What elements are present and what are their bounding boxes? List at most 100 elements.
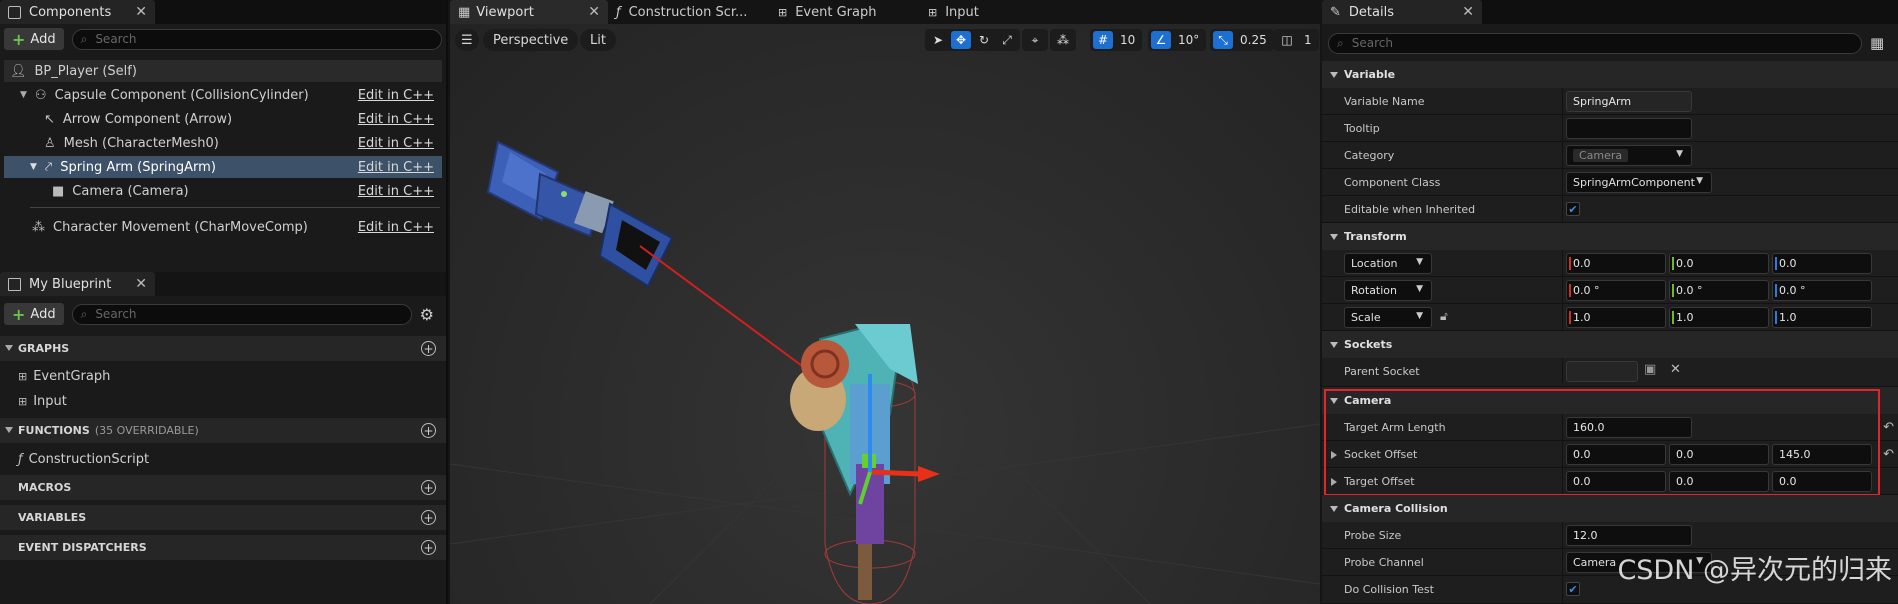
edit-in-cpp-link[interactable]: Edit in C++ [358,184,434,199]
location-dropdown[interactable]: Location ▼ [1344,253,1432,274]
component-item[interactable]: ■ Camera (Camera) Edit in C++ [4,180,442,202]
expand-arrow-icon[interactable] [1331,478,1337,486]
components-tab[interactable]: Components ✕ [0,0,155,24]
variable-section-header[interactable]: Variable [1322,61,1898,88]
settings-gear-icon[interactable]: ⚙ [420,305,434,324]
rotation-x-input[interactable]: 0.0 ° [1566,280,1666,301]
my-blueprint-tab[interactable]: My Blueprint ✕ [0,272,155,296]
socket-offset-x-input[interactable]: 0.0 [1566,444,1666,465]
function-item[interactable]: ƒ ConstructionScript [18,448,149,470]
select-tool-icon[interactable]: ➤ [928,31,948,49]
location-y-input[interactable]: 0.0 [1669,253,1769,274]
variables-section-header[interactable]: VARIABLES + [0,505,446,530]
add-graph-icon[interactable]: + [421,341,436,356]
rotation-z-input[interactable]: 0.0 ° [1772,280,1872,301]
add-function-icon[interactable]: + [421,423,436,438]
camera-speed-value[interactable]: 1 [1300,33,1316,47]
add-member-button[interactable]: + Add [4,303,64,325]
add-macro-icon[interactable]: + [421,480,436,495]
close-icon[interactable]: ✕ [1448,4,1474,20]
rotation-snap-value[interactable]: 10° [1174,33,1203,47]
viewport-menu-button[interactable]: ☰ [455,29,479,51]
close-icon[interactable]: ✕ [574,4,600,20]
rotation-snap-icon[interactable]: ∠ [1151,31,1171,49]
category-dropdown[interactable]: Camera ▼ [1566,145,1692,166]
target-offset-z-input[interactable]: 0.0 [1772,471,1872,492]
unlock-icon[interactable]: 🔓︎ [1440,309,1448,324]
camera-speed-icon[interactable]: ◫ [1277,31,1297,49]
tab-construction-script[interactable]: ƒ Construction Scr... [608,0,758,24]
blueprint-search-input[interactable]: ⌕ Search [71,303,412,325]
scale-x-input[interactable]: 1.0 [1566,307,1666,328]
socket-offset-z-input[interactable]: 145.0 [1772,444,1872,465]
editable-inherited-checkbox[interactable]: ✔ [1566,202,1580,216]
graph-item-eventgraph[interactable]: ⊞ EventGraph [18,365,110,387]
grid-snap-value[interactable]: 10 [1116,33,1139,47]
add-dispatcher-icon[interactable]: + [421,540,436,555]
browse-socket-icon[interactable]: ▣ [1644,362,1656,377]
move-tool-icon[interactable]: ✥ [951,31,971,49]
add-component-button[interactable]: + Add [4,28,64,50]
rotation-y-input[interactable]: 0.0 ° [1669,280,1769,301]
scale-z-input[interactable]: 1.0 [1772,307,1872,328]
component-item[interactable]: ♙ Mesh (CharacterMesh0) Edit in C++ [4,132,442,154]
tab-event-graph[interactable]: ⊞ Event Graph [758,0,898,24]
character-mesh[interactable] [790,324,918,600]
reset-to-default-icon[interactable]: ↶ [1883,420,1894,435]
probe-size-input[interactable]: 12.0 [1566,525,1692,546]
functions-section-header[interactable]: FUNCTIONS (35 OVERRIDABLE) + [0,418,446,443]
camera-section-header[interactable]: Camera [1322,387,1898,414]
tab-viewport[interactable]: ▦ Viewport ✕ [450,0,608,24]
target-offset-x-input[interactable]: 0.0 [1566,471,1666,492]
scale-snap-value[interactable]: 0.25 [1236,33,1271,47]
surface-snap-icon[interactable]: ⁂ [1053,31,1073,49]
scale-y-input[interactable]: 1.0 [1669,307,1769,328]
component-class-dropdown[interactable]: SpringArmComponent ▼ [1566,172,1712,193]
close-icon[interactable]: ✕ [121,4,147,20]
edit-in-cpp-link[interactable]: Edit in C++ [358,220,434,235]
clear-socket-icon[interactable]: ✕ [1670,362,1681,377]
graph-item-input[interactable]: ⊞ Input [18,390,67,412]
close-icon[interactable]: ✕ [121,276,147,292]
add-variable-icon[interactable]: + [421,510,436,525]
lit-button[interactable]: Lit [580,29,616,51]
component-item[interactable]: ↖ Arrow Component (Arrow) Edit in C++ [4,108,442,130]
property-matrix-icon[interactable]: ▦ [1870,34,1884,52]
edit-in-cpp-link[interactable]: Edit in C++ [358,136,434,151]
perspective-button[interactable]: Perspective [483,29,579,51]
do-collision-checkbox[interactable]: ✔ [1566,582,1580,596]
macros-section-header[interactable]: MACROS + [0,475,446,500]
details-search-input[interactable]: ⌕ Search [1328,32,1862,54]
dispatchers-section-header[interactable]: EVENT DISPATCHERS + [0,535,446,560]
socket-offset-y-input[interactable]: 0.0 [1669,444,1769,465]
tooltip-input[interactable] [1566,118,1692,139]
camera-collision-section-header[interactable]: Camera Collision [1322,495,1898,522]
rotation-dropdown[interactable]: Rotation ▼ [1344,280,1432,301]
viewport-canvas[interactable]: ☰ Perspective Lit ➤ ✥ ↻ ⤢ ⌖ ⁂ # 10 ∠ 10°… [450,24,1320,604]
location-x-input[interactable]: 0.0 [1566,253,1666,274]
scale-snap-icon[interactable]: ⤡ [1213,31,1233,49]
scale-dropdown[interactable]: Scale ▼ [1344,307,1432,328]
component-item[interactable]: ▼ ⚇ Capsule Component (CollisionCylinder… [4,84,442,106]
tab-input[interactable]: ⊞ Input [898,0,1038,24]
graphs-section-header[interactable]: GRAPHS + [0,336,446,361]
scale-tool-icon[interactable]: ⤢ [997,31,1017,49]
component-root[interactable]: 👤︎ BP_Player (Self) [4,60,442,82]
edit-in-cpp-link[interactable]: Edit in C++ [358,160,434,175]
camera-mesh[interactable] [486,140,674,288]
component-item[interactable]: ⁂ Character Movement (CharMoveComp) Edit… [4,216,442,238]
sockets-section-header[interactable]: Sockets [1322,331,1898,358]
target-arm-length-input[interactable]: 160.0 [1566,417,1692,438]
parent-socket-input[interactable] [1566,361,1638,382]
components-search-input[interactable]: ⌕ Search [71,28,442,50]
variable-name-input[interactable]: SpringArm [1566,91,1692,112]
transform-section-header[interactable]: Transform [1322,223,1898,250]
world-space-icon[interactable]: ⌖ [1025,31,1045,49]
location-z-input[interactable]: 0.0 [1772,253,1872,274]
reset-to-default-icon[interactable]: ↶ [1883,447,1894,462]
target-offset-y-input[interactable]: 0.0 [1669,471,1769,492]
details-tab[interactable]: ✎ Details ✕ [1322,0,1482,24]
expand-arrow-icon[interactable] [1331,451,1337,459]
component-item-selected[interactable]: ▼ ⤤ Spring Arm (SpringArm) Edit in C++ [4,156,442,178]
edit-in-cpp-link[interactable]: Edit in C++ [358,112,434,127]
